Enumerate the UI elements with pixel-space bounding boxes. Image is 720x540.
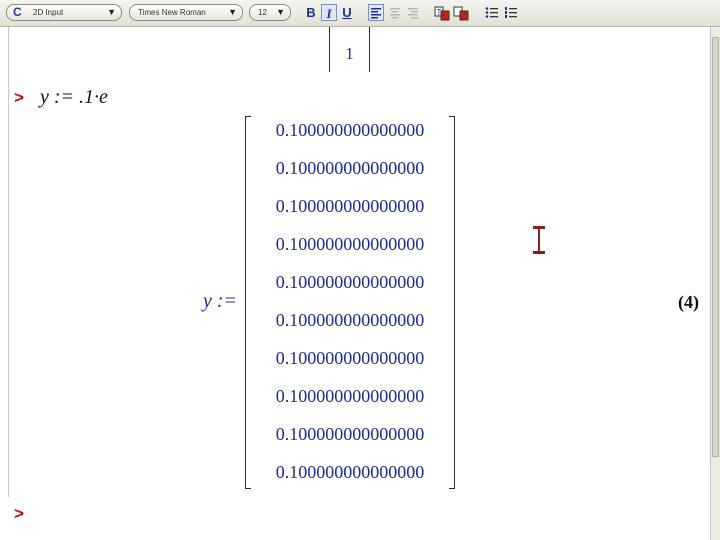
font-size-value: 12 (258, 8, 267, 17)
align-center-icon[interactable] (387, 4, 403, 21)
numbered-list-icon[interactable] (503, 4, 519, 21)
bullet-list-icon[interactable] (484, 4, 500, 21)
matrix-cell: 0.100000000000000 (275, 462, 425, 482)
execution-group-guide (8, 27, 9, 497)
vertical-scrollbar[interactable] (710, 27, 720, 540)
matrix-cell: 0.100000000000000 (275, 234, 425, 254)
chevron-down-icon: ▼ (276, 7, 285, 17)
input-prompt: > (14, 88, 24, 107)
matrix-cell: 0.100000000000000 (275, 386, 425, 406)
text-cursor-icon (532, 226, 546, 254)
output-matrix: 0.100000000000000 0.100000000000000 0.10… (245, 116, 455, 489)
matrix-cell: 0.100000000000000 (275, 196, 425, 216)
highlight-color-icon[interactable] (453, 4, 469, 21)
matrix-cell: 0.100000000000000 (275, 310, 425, 330)
format-toolbar: C 2D Input ▼ Times New Roman ▼ 12 ▼ B I … (0, 0, 720, 27)
matrix-cell: 0.100000000000000 (275, 120, 425, 140)
align-left-icon[interactable] (368, 4, 384, 21)
math-input[interactable]: y := .1·e (40, 86, 108, 109)
font-size-dropdown[interactable]: 12 ▼ (249, 4, 291, 21)
underline-button[interactable]: U (339, 4, 355, 21)
matrix-cell: 0.100000000000000 (275, 158, 425, 178)
text-color-icon[interactable]: T (434, 4, 450, 21)
matrix-cell: 0.100000000000000 (275, 424, 425, 444)
chevron-down-icon: ▼ (228, 7, 237, 17)
previous-output-value: 1 (345, 44, 354, 63)
empty-input-prompt[interactable]: > (14, 504, 24, 524)
bold-button[interactable]: B (303, 4, 319, 21)
font-family-value: Times New Roman (138, 8, 206, 17)
font-family-dropdown[interactable]: Times New Roman ▼ (129, 4, 243, 21)
input-mode-dropdown[interactable]: C 2D Input ▼ (6, 4, 122, 21)
italic-button[interactable]: I (321, 4, 337, 21)
matrix-cell: 0.100000000000000 (275, 272, 425, 292)
math-mode-icon: C (13, 5, 22, 19)
input-mode-value: 2D Input (33, 8, 64, 17)
align-right-icon[interactable] (405, 4, 421, 21)
chevron-down-icon: ▼ (107, 7, 116, 17)
equation-label: (4) (678, 292, 699, 312)
matrix-cell: 0.100000000000000 (275, 348, 425, 368)
output-lhs: y := (203, 290, 238, 312)
scrollbar-thumb[interactable] (712, 37, 719, 457)
